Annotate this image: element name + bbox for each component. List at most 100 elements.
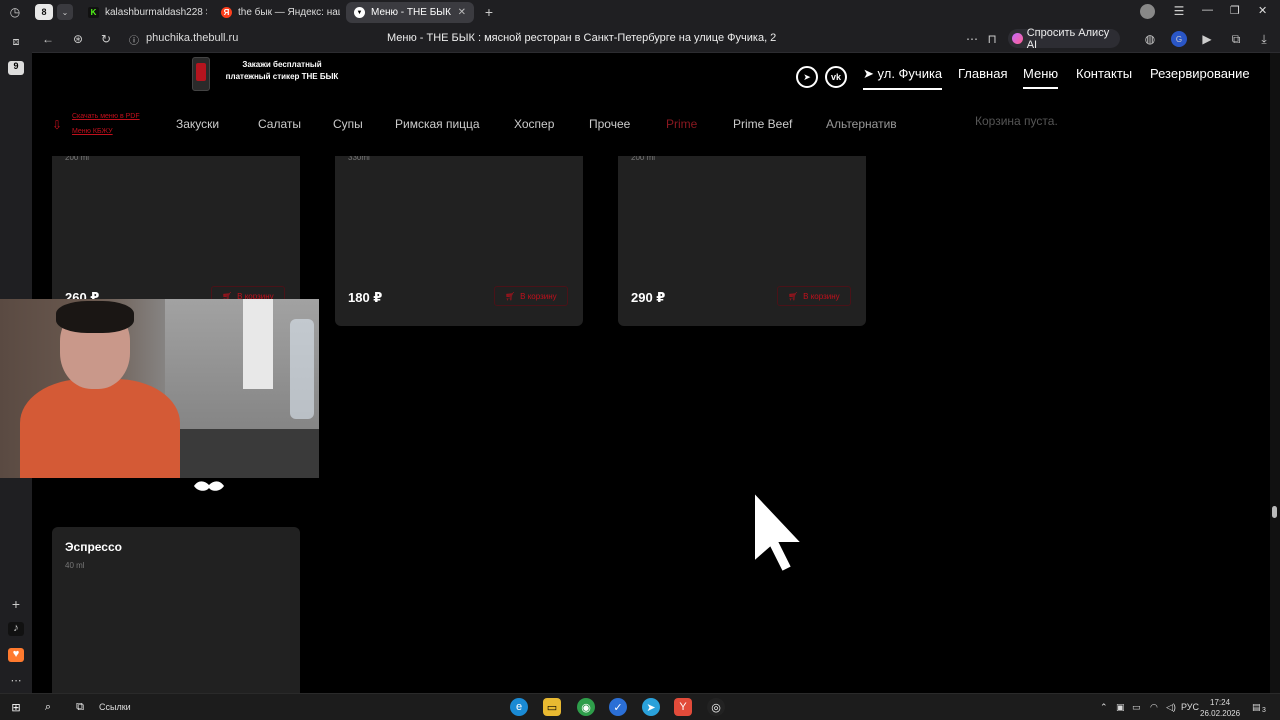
tab-yandex-search[interactable]: Я the бык — Яндекс: нашло [213, 2, 340, 23]
tiktok-icon[interactable]: ♪ [8, 622, 24, 636]
task-view-icon[interactable]: ⧉ [71, 698, 89, 716]
clock[interactable]: 17:24 26.02.2026 [1200, 697, 1240, 719]
tray-app-icon[interactable]: ▣ [1116, 702, 1125, 713]
cart-status: Корзина пуста. [975, 114, 1058, 128]
scrollbar-thumb[interactable] [1272, 506, 1277, 518]
product-volume: 200 ml [65, 153, 90, 162]
telegram-taskbar-icon[interactable]: ➤ [642, 698, 660, 716]
app-icon[interactable]: ♥ [8, 648, 24, 662]
tray-wifi-icon[interactable]: ◠ [1150, 702, 1158, 713]
taskbar: ⊞ ⌕ ⧉ Ссылки e ▭ ◉ ✓ ➤ Y ◎ ⌃ ▣ ▭ ◠ ◁) РУ… [0, 693, 1280, 720]
obs-icon[interactable]: ◎ [707, 698, 725, 716]
links-toolbar[interactable]: Ссылки [99, 702, 131, 712]
category-other[interactable]: Прочее [589, 117, 630, 131]
extensions-icon[interactable]: ⧉ [1228, 31, 1244, 47]
category-prime-beef[interactable]: Prime Beef [733, 117, 792, 131]
location-link[interactable]: ➤ ул. Фучика [863, 66, 943, 90]
thebull-favicon-icon: ▼ [354, 7, 365, 18]
tab-kick[interactable]: K kalashburmaldash228 Str [80, 2, 207, 23]
tab-counter[interactable]: 8 [35, 4, 53, 20]
site-info-icon[interactable]: ⓘ [126, 31, 142, 47]
notification-count: 3 [1262, 707, 1266, 714]
sidebar-badge[interactable]: 9 [8, 61, 24, 75]
tab-bar: ◷ 8 ⌄ K kalashburmaldash228 Str Я the бы… [0, 0, 1280, 24]
vk-icon[interactable]: vk [825, 66, 847, 88]
promo-sticker-link[interactable]: Закажи бесплатный платежный стикер THE Б… [222, 59, 342, 83]
reload-icon[interactable]: ↻ [98, 31, 114, 47]
sticker-phone-icon [192, 57, 210, 91]
tab-menu-thebull[interactable]: ▼ Меню - THE БЫК : мясн ✕ [346, 2, 474, 23]
tab-list-chevron-icon[interactable]: ⌄ [57, 4, 73, 20]
category-roman-pizza[interactable]: Римская пицца [395, 117, 480, 131]
nav-reservation[interactable]: Резервирование [1150, 66, 1250, 81]
edge-icon[interactable]: e [510, 698, 528, 716]
webcam-person [20, 301, 190, 478]
download-icon[interactable]: ⤓ [1256, 31, 1272, 47]
telegram-icon[interactable]: ➤ [796, 66, 818, 88]
close-tab-icon[interactable]: ✕ [458, 7, 466, 18]
ask-alice-button[interactable]: Спросить Алису AI [1008, 27, 1120, 51]
yandex-browser-icon[interactable]: Y [674, 698, 692, 716]
product-volume: 200 ml [631, 153, 656, 162]
product-volume: 40 ml [65, 561, 85, 570]
nav-contacts[interactable]: Контакты [1076, 66, 1132, 81]
nav-menu[interactable]: Меню [1023, 66, 1059, 89]
yandex-icon: Я [221, 7, 232, 18]
more-apps-icon[interactable]: ⋯ [8, 674, 24, 688]
protect-icon[interactable]: ⊛ [70, 31, 86, 47]
more-icon[interactable]: ⋯ [964, 31, 980, 47]
translate-icon[interactable]: G [1171, 31, 1187, 47]
add-to-cart-button[interactable]: 🛒︎ В корзину [777, 286, 851, 306]
globe-icon[interactable]: ◍ [1142, 31, 1158, 47]
add-to-cart-button[interactable]: 🛒︎ В корзину [494, 286, 568, 306]
scrollbar[interactable] [1270, 53, 1280, 693]
webcam-door [243, 299, 273, 389]
menu-icon[interactable]: ☰ [1172, 4, 1186, 18]
search-icon[interactable]: ⌕ [39, 698, 57, 716]
profile-avatar[interactable] [1140, 4, 1155, 19]
url-input[interactable]: phuchika.thebull.ru [146, 32, 238, 44]
product-name: Эспрессо [65, 540, 122, 554]
category-supy[interactable]: Супы [333, 117, 363, 131]
category-prime[interactable]: Prime [666, 117, 697, 131]
tab-title: Меню - THE БЫК : мясн [371, 7, 452, 18]
language-indicator[interactable]: РУС [1181, 702, 1199, 712]
history-icon[interactable]: ◷ [8, 5, 22, 19]
check-app-icon[interactable]: ✓ [609, 698, 627, 716]
new-tab-button[interactable]: + [481, 4, 497, 20]
tray-chevron-icon[interactable]: ⌃ [1100, 702, 1108, 713]
kick-icon: K [88, 7, 99, 18]
minimize-icon[interactable]: — [1202, 4, 1213, 16]
add-to-cart-label: В корзину [803, 291, 840, 301]
chrome-icon[interactable]: ◉ [577, 698, 595, 716]
category-zakuski[interactable]: Закуски [176, 117, 219, 131]
product-card[interactable]: 330ml 180 ₽ 🛒︎ В корзину [335, 133, 583, 326]
add-icon[interactable]: + [8, 596, 24, 612]
clock-date: 26.02.2026 [1200, 709, 1241, 718]
start-icon[interactable]: ⊞ [7, 698, 25, 716]
product-card[interactable]: 200 ml 290 ₽ 🛒︎ В корзину [618, 133, 866, 326]
product-card-espresso[interactable]: Эспрессо 40 ml [52, 527, 300, 693]
volume-icon[interactable]: ◁) [1166, 702, 1176, 713]
category-alternative[interactable]: Альтернатив [826, 117, 897, 131]
collections-icon[interactable]: ⧈ [8, 36, 24, 50]
category-salaty[interactable]: Салаты [258, 117, 301, 131]
product-card[interactable]: 200 ml 260 ₽ 🛒︎ В корзину [52, 133, 300, 326]
bookmark-icon[interactable]: ⊓ [985, 31, 999, 47]
maximize-icon[interactable]: ❐ [1230, 4, 1240, 17]
back-icon[interactable]: ← [40, 31, 56, 47]
tab-title: kalashburmaldash228 Str [105, 7, 207, 18]
download-pdf-link[interactable]: Скачать меню в PDF [72, 113, 140, 120]
file-explorer-icon[interactable]: ▭ [543, 698, 561, 716]
notifications-icon[interactable]: ▤ [1252, 702, 1261, 713]
media-icon[interactable]: ▶ [1199, 31, 1215, 47]
download-pdf-icon: ⇩ [52, 118, 63, 132]
webcam-overlay [0, 299, 319, 478]
close-window-icon[interactable]: ✕ [1258, 4, 1267, 17]
menu-kbju-link[interactable]: Меню КБЖУ [72, 128, 113, 135]
nav-home[interactable]: Главная [958, 66, 1007, 81]
page-title: Меню - THE БЫК : мясной ресторан в Санкт… [387, 32, 777, 44]
tray-network-icon[interactable]: ▭ [1132, 702, 1141, 713]
cart-icon: 🛒︎ [505, 291, 516, 301]
category-josper[interactable]: Хоспер [514, 117, 554, 131]
